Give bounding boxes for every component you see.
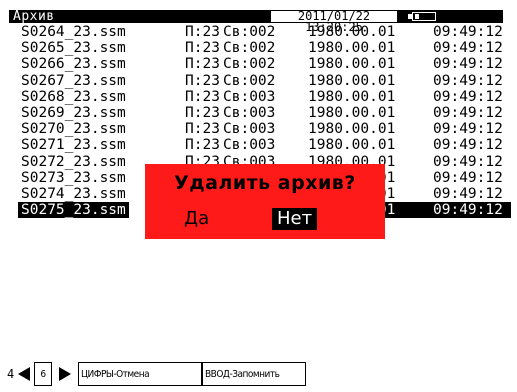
file-row[interactable]: S0264_23.ssm П:23 Св:002 1980.00.01 09:49:12 [9, 24, 509, 40]
file-time: 09:49:12 [433, 104, 503, 121]
file-name: S0272_23.ssm [21, 153, 126, 170]
file-row[interactable]: S0268_23.ssm П:23 Св:003 1980.00.01 09:49:12 [9, 89, 509, 105]
file-sv: Св:003 [223, 88, 276, 105]
file-sv: Св:002 [223, 24, 276, 40]
file-date: 1980.00.01 [308, 56, 396, 73]
file-date: 1980.00.01 [308, 121, 396, 138]
file-date: 1980.00.01 [308, 104, 396, 121]
file-date: 1980.00.01 [308, 88, 396, 105]
enter-save-button[interactable]: ВВОД-Запомнить [202, 362, 306, 386]
file-time: 09:49:12 [433, 24, 503, 40]
file-name: S0271_23.ssm [21, 137, 126, 154]
file-row[interactable]: S0271_23.ssm П:23 Св:003 1980.00.01 09:49:12 [9, 137, 509, 153]
delete-archive-dialog: Удалить архив? Да Нет [145, 164, 385, 239]
file-p: П:23 [185, 56, 220, 73]
file-name: S0274_23.ssm [21, 185, 126, 202]
file-name: S0267_23.ssm [21, 72, 126, 89]
file-date: 1980.00.01 [308, 72, 396, 89]
file-time: 09:49:12 [433, 40, 503, 57]
file-p: П:23 [185, 72, 220, 89]
digits-cancel-button[interactable]: ЦИФРЫ-Отмена [78, 362, 202, 386]
file-p: П:23 [185, 40, 220, 57]
key-6-label: 6 [34, 362, 52, 386]
file-time: 09:49:12 [433, 185, 503, 202]
file-sv: Св:002 [223, 40, 276, 57]
file-p: П:23 [185, 121, 220, 138]
yes-button[interactable]: Да [179, 208, 214, 230]
file-row[interactable]: S0269_23.ssm П:23 Св:003 1980.00.01 09:49:12 [9, 105, 509, 121]
file-row[interactable]: S0270_23.ssm П:23 Св:003 1980.00.01 09:49:12 [9, 121, 509, 137]
file-date: 1980.00.01 [308, 24, 396, 40]
title-bar: Архив 2011/01/22 13:20:25 [9, 9, 503, 33]
file-name: S0275_23.ssm [18, 202, 129, 219]
file-sv: Св:002 [223, 72, 276, 89]
file-time: 09:49:12 [433, 88, 503, 105]
screen-title: Архив [13, 9, 55, 24]
file-p: П:23 [185, 88, 220, 105]
arrow-left-icon[interactable] [18, 367, 30, 381]
arrow-right-icon[interactable] [59, 367, 71, 381]
battery-icon [407, 11, 439, 22]
file-row[interactable]: S0267_23.ssm П:23 Св:002 1980.00.01 09:49:12 [9, 73, 509, 89]
file-time: 09:49:12 [433, 72, 503, 89]
file-sv: Св:003 [223, 137, 276, 154]
archive-screen: Архив 2011/01/22 13:20:25 S0264_23.ssm П:… [0, 0, 517, 392]
file-time: 09:49:12 [433, 137, 503, 154]
file-time: 09:49:12 [433, 121, 503, 138]
file-row[interactable]: S0265_23.ssm П:23 Св:002 1980.00.01 09:49:12 [9, 40, 509, 56]
file-sv: Св:002 [223, 56, 276, 73]
file-name: S0265_23.ssm [21, 40, 126, 57]
key-4-label: 4 [7, 367, 15, 381]
file-name: S0273_23.ssm [21, 169, 126, 186]
file-name: S0268_23.ssm [21, 88, 126, 105]
file-row[interactable]: S0266_23.ssm П:23 Св:002 1980.00.01 09:49:12 [9, 56, 509, 72]
file-time: 09:49:12 [433, 56, 503, 73]
file-name: S0266_23.ssm [21, 56, 126, 73]
dialog-question: Удалить архив? [174, 172, 356, 194]
file-p: П:23 [185, 24, 220, 40]
file-name: S0264_23.ssm [21, 24, 126, 40]
no-button[interactable]: Нет [272, 208, 318, 230]
file-time: 09:49:12 [433, 153, 503, 170]
datetime-display: 2011/01/22 13:20:25 [271, 10, 397, 33]
file-name: S0270_23.ssm [21, 121, 126, 138]
file-date: 1980.00.01 [308, 40, 396, 57]
file-date: 1980.00.01 [308, 137, 396, 154]
file-sv: Св:003 [223, 104, 276, 121]
file-time: 09:49:12 [433, 169, 503, 186]
file-p: П:23 [185, 104, 220, 121]
file-p: П:23 [185, 137, 220, 154]
file-sv: Св:003 [223, 121, 276, 138]
file-name: S0269_23.ssm [21, 104, 126, 121]
file-time: 09:49:12 [433, 202, 503, 219]
